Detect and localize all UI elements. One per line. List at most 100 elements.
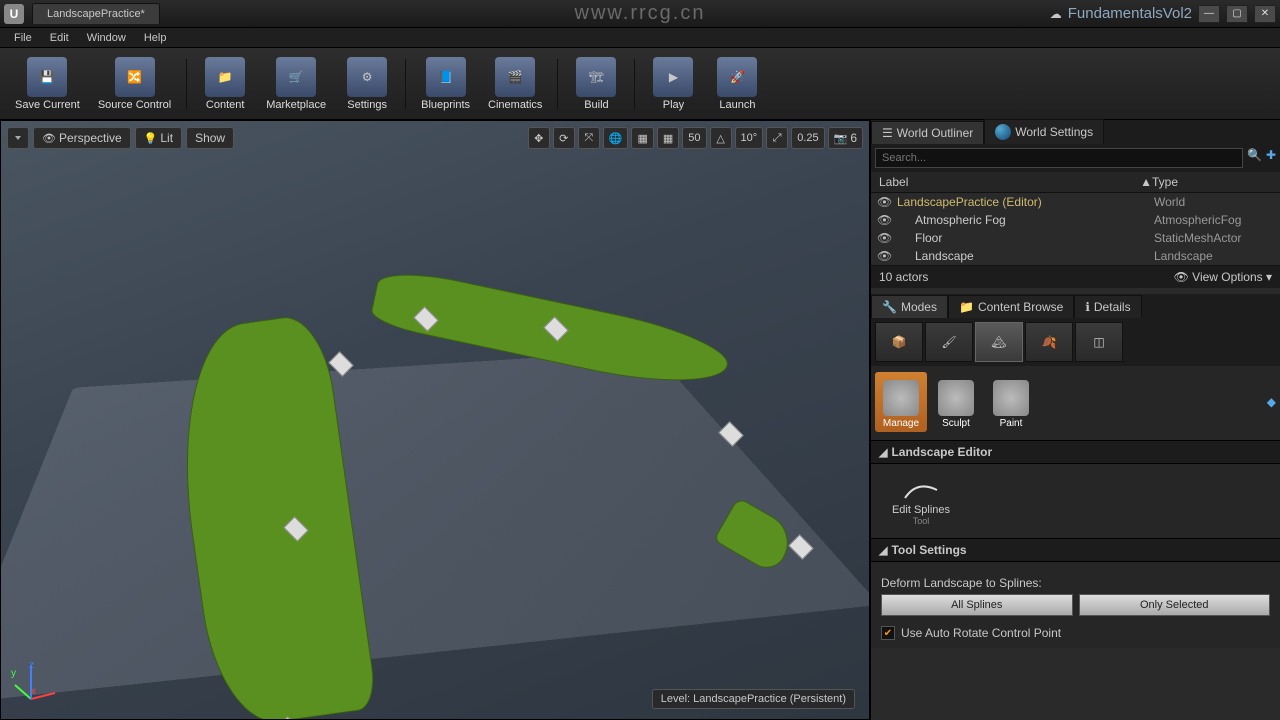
mode-foliage[interactable]: 🍂 bbox=[1025, 322, 1073, 362]
outliner-row[interactable]: 👁Atmospheric FogAtmosphericFog bbox=[871, 211, 1280, 229]
landscape-paint-tab[interactable]: Paint bbox=[985, 372, 1037, 432]
grid-snap-button[interactable]: ▦ bbox=[657, 127, 679, 149]
view-options-button[interactable]: 👁 View Options ▾ bbox=[1174, 270, 1272, 284]
visibility-icon[interactable]: 👁 bbox=[877, 231, 891, 245]
surface-snap-button[interactable]: ▦ bbox=[631, 127, 653, 149]
source-control-button[interactable]: 🔀Source Control bbox=[91, 51, 178, 117]
build-icon: 🏗 bbox=[576, 57, 616, 97]
only-selected-button[interactable]: Only Selected bbox=[1079, 594, 1271, 616]
floppy-icon: 💾 bbox=[27, 57, 67, 97]
menu-file[interactable]: File bbox=[6, 30, 40, 46]
document-tab[interactable]: LandscapePractice* bbox=[32, 3, 160, 24]
sort-icon: ▲ bbox=[1140, 175, 1152, 189]
lit-button[interactable]: 💡 Lit bbox=[135, 127, 182, 149]
actor-count: 10 actors bbox=[879, 270, 928, 284]
show-button[interactable]: Show bbox=[186, 127, 234, 149]
cloud-icon: ☁ bbox=[1050, 7, 1062, 21]
menu-window[interactable]: Window bbox=[79, 30, 134, 46]
rotate-gizmo-button[interactable]: ⟳ bbox=[553, 127, 575, 149]
axis-gizmo[interactable]: xyz bbox=[11, 659, 61, 709]
cinematics-button[interactable]: 🎬Cinematics bbox=[481, 51, 549, 117]
landscape-editor-header[interactable]: ◢ Landscape Editor bbox=[871, 440, 1280, 464]
tab-modes[interactable]: 🔧Modes bbox=[871, 295, 948, 318]
titlebar: U LandscapePractice* www.rrcg.cn ☁ Funda… bbox=[0, 0, 1280, 28]
blueprint-icon: 📘 bbox=[426, 57, 466, 97]
globe-icon bbox=[995, 124, 1011, 140]
spline-tool-icon bbox=[903, 476, 939, 504]
angle-value-stepper[interactable]: 10° bbox=[735, 127, 764, 149]
settings-button[interactable]: ⚙Settings bbox=[337, 51, 397, 117]
perspective-button[interactable]: 👁 Perspective bbox=[33, 127, 131, 149]
build-button[interactable]: 🏗Build bbox=[566, 51, 626, 117]
angle-snap-button[interactable]: △ bbox=[710, 127, 732, 149]
scale-gizmo-button[interactable]: ⤧ bbox=[578, 127, 600, 149]
paint-icon bbox=[993, 380, 1029, 416]
tab-world-outliner[interactable]: ☰World Outliner bbox=[871, 121, 984, 144]
coord-space-button[interactable]: 🌐 bbox=[603, 127, 629, 149]
outliner-row[interactable]: 👁LandscapeLandscape bbox=[871, 247, 1280, 265]
auto-rotate-checkbox[interactable]: ✔ bbox=[881, 626, 895, 640]
tab-details[interactable]: ℹDetails bbox=[1074, 295, 1141, 318]
clapper-icon: 🎬 bbox=[495, 57, 535, 97]
launch-icon: 🚀 bbox=[717, 57, 757, 97]
translate-gizmo-button[interactable]: ✥ bbox=[528, 127, 550, 149]
menu-help[interactable]: Help bbox=[136, 30, 175, 46]
window-close-button[interactable]: ✕ bbox=[1254, 5, 1276, 23]
watermark-url: www.rrcg.cn bbox=[575, 2, 706, 25]
add-new-icon[interactable]: ✚ bbox=[1266, 148, 1276, 168]
gear-icon: ⚙ bbox=[347, 57, 387, 97]
outliner-row[interactable]: 👁LandscapePractice (Editor)World bbox=[871, 193, 1280, 211]
blueprints-button[interactable]: 📘Blueprints bbox=[414, 51, 477, 117]
tab-content-browser[interactable]: 📁Content Browse bbox=[948, 295, 1074, 318]
play-button[interactable]: ▶Play bbox=[643, 51, 703, 117]
save-current-button[interactable]: 💾Save Current bbox=[8, 51, 87, 117]
scale-value-stepper[interactable]: 0.25 bbox=[791, 127, 824, 149]
auto-rotate-label: Use Auto Rotate Control Point bbox=[901, 626, 1061, 640]
scale-snap-button[interactable]: ⤢ bbox=[766, 127, 788, 149]
mode-landscape[interactable]: 🏔 bbox=[975, 322, 1023, 362]
level-badge: Level: LandscapePractice (Persistent) bbox=[652, 689, 855, 709]
outliner-row[interactable]: 👁FloorStaticMeshActor bbox=[871, 229, 1280, 247]
viewport-options-button[interactable] bbox=[7, 127, 29, 149]
grid-size-stepper[interactable]: 50 bbox=[682, 127, 706, 149]
mode-geometry[interactable]: ◫ bbox=[1075, 322, 1123, 362]
mode-place[interactable]: 📦 bbox=[875, 322, 923, 362]
source-control-icon: 🔀 bbox=[115, 57, 155, 97]
mode-paint[interactable]: 🖌 bbox=[925, 322, 973, 362]
deform-label: Deform Landscape to Splines: bbox=[881, 576, 1270, 590]
visibility-icon[interactable]: 👁 bbox=[877, 249, 891, 263]
search-icon[interactable]: 🔍 bbox=[1247, 148, 1262, 168]
main-toolbar: 💾Save Current 🔀Source Control 📁Content 🛒… bbox=[0, 48, 1280, 120]
play-icon: ▶ bbox=[653, 57, 693, 97]
marketplace-button[interactable]: 🛒Marketplace bbox=[259, 51, 333, 117]
cart-icon: 🛒 bbox=[276, 57, 316, 97]
list-icon: ☰ bbox=[882, 126, 893, 140]
visibility-icon[interactable]: 👁 bbox=[877, 213, 891, 227]
tool-settings-header[interactable]: ◢ Tool Settings bbox=[871, 538, 1280, 562]
menu-edit[interactable]: Edit bbox=[42, 30, 77, 46]
viewport[interactable]: 👁 Perspective 💡 Lit Show ✥ ⟳ ⤧ 🌐 ▦ ▦ 50 … bbox=[0, 120, 870, 720]
edit-splines-tool-button[interactable]: Edit Splines Tool bbox=[881, 472, 961, 530]
window-maximize-button[interactable]: ▢ bbox=[1226, 5, 1248, 23]
all-splines-button[interactable]: All Splines bbox=[881, 594, 1073, 616]
visibility-icon[interactable]: 👁 bbox=[877, 195, 891, 209]
window-minimize-button[interactable]: — bbox=[1198, 5, 1220, 23]
unreal-logo-icon: U bbox=[4, 4, 24, 24]
info-icon: ℹ bbox=[1085, 300, 1090, 314]
expand-icon[interactable]: ◆ bbox=[1267, 395, 1276, 409]
camera-speed-button[interactable]: 📷 6 bbox=[828, 127, 863, 149]
landscape-manage-tab[interactable]: Manage bbox=[875, 372, 927, 432]
menubar: File Edit Window Help bbox=[0, 28, 1280, 48]
wrench-icon: 🔧 bbox=[882, 300, 897, 314]
folder-icon: 📁 bbox=[205, 57, 245, 97]
folder-icon: 📁 bbox=[959, 300, 974, 314]
launch-button[interactable]: 🚀Launch bbox=[707, 51, 767, 117]
content-button[interactable]: 📁Content bbox=[195, 51, 255, 117]
outliner-column-header[interactable]: Label ▲ Type bbox=[871, 172, 1280, 193]
landscape-sculpt-tab[interactable]: Sculpt bbox=[930, 372, 982, 432]
project-name: FundamentalsVol2 bbox=[1068, 5, 1192, 22]
tab-world-settings[interactable]: World Settings bbox=[984, 119, 1104, 144]
sculpt-icon bbox=[938, 380, 974, 416]
outliner-search-input[interactable] bbox=[875, 148, 1243, 168]
manage-icon bbox=[883, 380, 919, 416]
